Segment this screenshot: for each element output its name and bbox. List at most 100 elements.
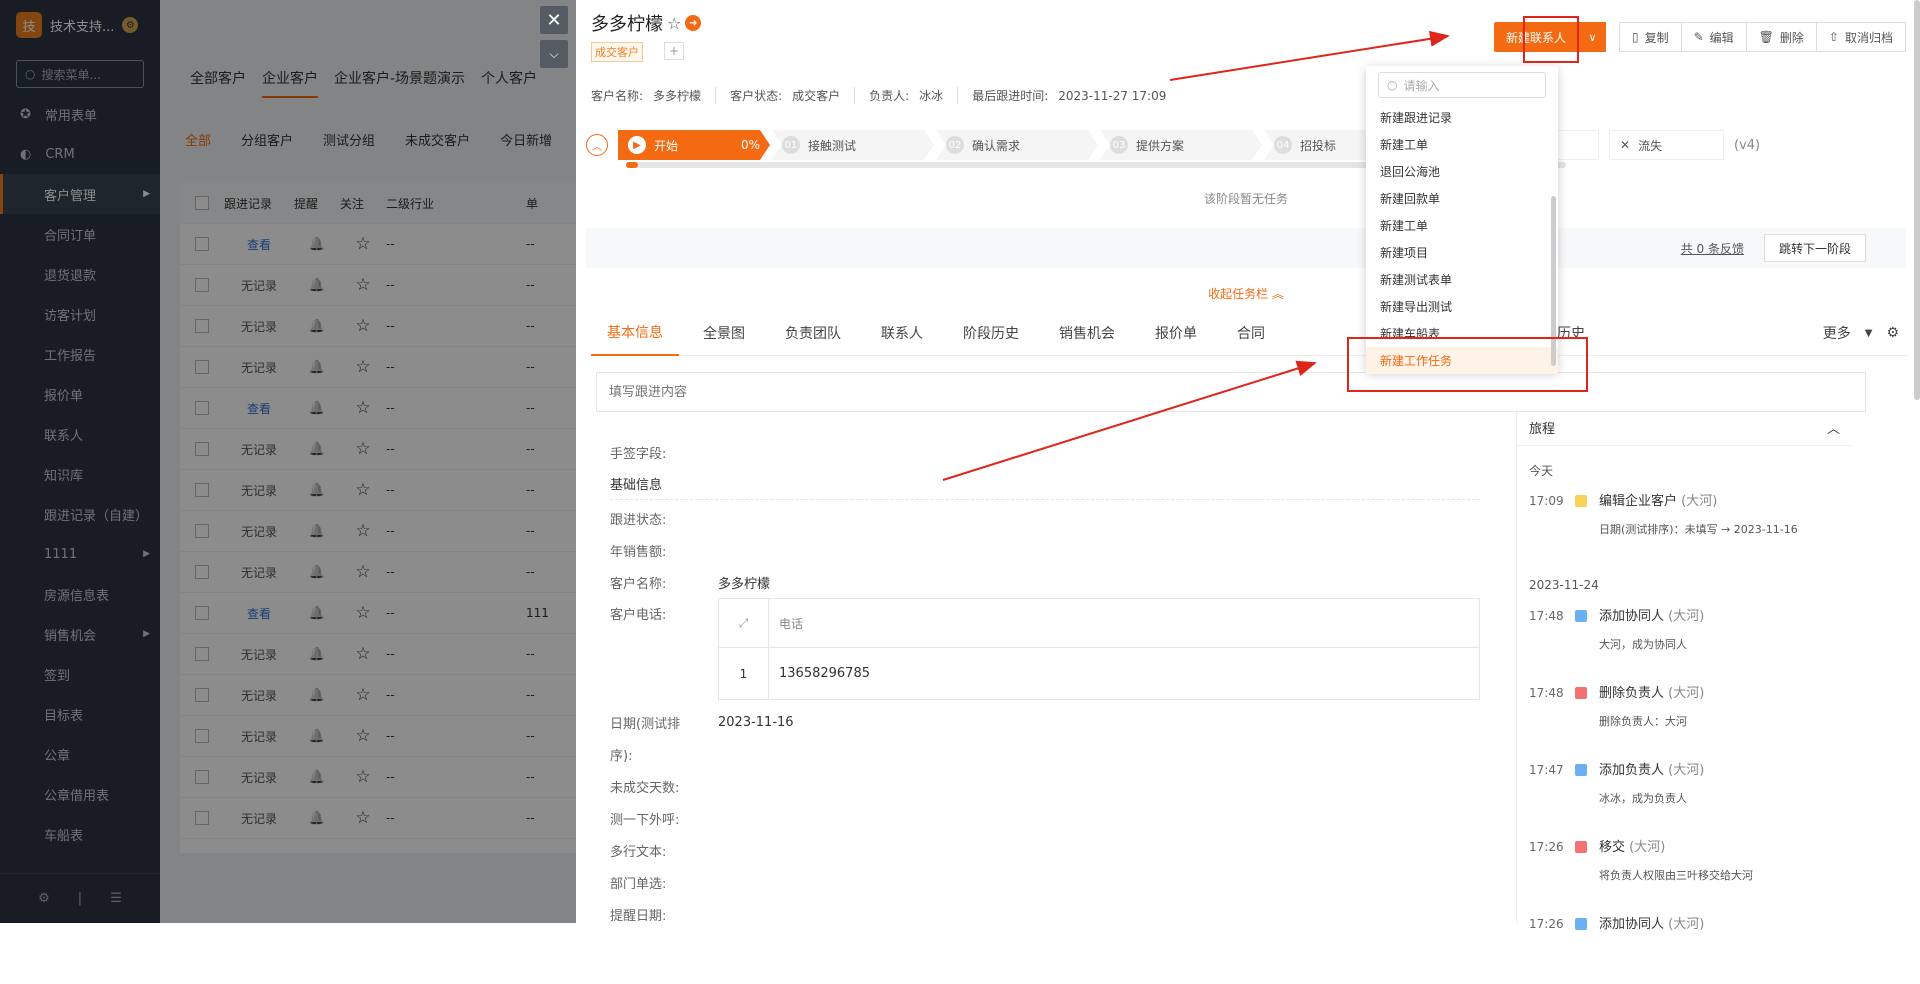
close-drawer-button[interactable]: ✕ [540,6,568,34]
timeline-time: 17:26 [1529,840,1564,854]
copy-button[interactable]: ▯ 复制 [1618,22,1682,52]
timeline-user: (大河) [1668,609,1705,624]
collapse-stage-icon[interactable]: ︿ [586,134,608,156]
timeline-day: 今天 [1529,463,1554,478]
stage-step[interactable]: 02 确认需求 [936,130,1098,160]
drawer-scrollbar[interactable] [1914,0,1920,400]
tab-3[interactable]: 联系人 [865,310,939,356]
activity-icon [1575,841,1587,853]
menu-item[interactable]: 新建项目 [1366,239,1558,266]
tab-7[interactable]: 合同 [1221,310,1281,356]
stage-bar: ︿ ▶开始0%01接触测试02确认需求03提供方案04招投标✓成交✕流失(v4) [586,128,1906,162]
stage-label: 确认需求 [972,138,1021,153]
close-icon: ✕ [1620,138,1631,152]
field-row: 序): [610,748,633,764]
menu-item[interactable]: 退回公海池 [1366,158,1558,185]
customer-title: 多多柠檬 ☆ ➜ [591,10,702,36]
next-stage-button[interactable]: 跳转下一阶段 [1763,234,1866,262]
activity-icon [1575,687,1587,699]
menu-item[interactable]: 新建跟进记录 [1366,104,1558,131]
stage-label: 流失 [1638,138,1663,153]
timeline-title: 添加负责人 (大河) [1599,759,1704,778]
timeline-user: (大河) [1681,494,1718,509]
summary-field: 最后跟进时间: 2023-11-27 17:09 [957,87,1180,104]
timeline-day: 2023-11-24 [1529,578,1599,592]
tab-4[interactable]: 阶段历史 [947,310,1035,356]
collapse-taskbar-button[interactable]: 收起任务栏 ︽ [586,285,1906,302]
copy-icon: ▯ [1631,30,1639,44]
field-label: 未成交天数: [610,780,680,796]
field-list: 跟进状态: 年销售额: 客户名称: 多多柠檬 [610,502,1480,598]
summary-value: 2023-11-27 17:09 [1058,89,1167,103]
chevron-down-icon: ⌵ [549,46,559,61]
field-value: 多多柠檬 [718,576,771,592]
timeline-desc: 将负责人权限由三叶移交给大河 [1599,869,1753,882]
modal-overlay[interactable] [0,0,576,923]
delete-button[interactable]: 🗑 删除 [1745,22,1817,52]
menu-item[interactable]: 新建测试表单 [1366,266,1558,293]
timeline-body: 添加协同人 (大河) 大河，成为协同人 [1599,605,1704,676]
field-row: 年销售额: [610,534,1480,566]
caret-down-icon[interactable]: ▼ [1865,328,1873,339]
timeline-title: 删除负责人 (大河) [1599,682,1704,701]
gear-icon[interactable]: ⚙ [1886,325,1899,341]
summary-field: 负责人: 冰冰 [854,87,957,104]
stage-step[interactable]: ▶ 开始 0% [618,130,770,160]
timeline-time: 17:47 [1529,763,1564,777]
timeline-title: 编辑企业客户 (大河) [1599,490,1798,509]
stage-label: 开始 [654,138,679,153]
stage-panel: ︿ ▶开始0%01接触测试02确认需求03提供方案04招投标✓成交✕流失(v4)… [586,128,1906,301]
summary-label: 客户名称: [591,89,644,103]
timeline-item: 17:26 移交 (大河) 将负责人权限由三叶移交给大河 [1517,830,1852,907]
menu-search-input[interactable]: ○ 请输入 [1378,72,1546,98]
field-row: 多行文本: [610,834,1480,866]
tab-0[interactable]: 基本信息 [591,310,679,356]
unarchive-button[interactable]: ⇧ 取消归档 [1815,22,1906,52]
timeline-title: 添加协同人 (大河) [1599,605,1704,624]
timeline-list: 今天 17:09 编辑企业客户 (大河) 日期(测试排序)：未填写 → 2023-11… [1517,446,1852,984]
field-label: 测一下外呼: [610,812,680,828]
stage-step[interactable]: 01 接触测试 [772,130,934,160]
edit-icon: ✎ [1693,30,1704,44]
menu-item[interactable]: 新建工单 [1366,212,1558,239]
timeline-desc: 大河，成为协同人 [1599,638,1687,651]
more-tabs-button[interactable]: 更多 [1823,323,1851,343]
phone-number[interactable]: 13658296785 [769,666,870,681]
timeline-body: 删除负责人 (大河) 删除负责人：大河 [1599,682,1704,753]
next-record-button[interactable]: ⌵ [540,40,568,68]
add-tag-button[interactable]: + [664,42,684,60]
stage-label: 招投标 [1300,138,1337,153]
field-row: 未成交天数: [610,770,1480,802]
field-row: 日期(测试排 2023-11-16 [610,714,794,732]
stage-end-lost[interactable]: ✕ 流失 [1609,130,1724,160]
upload-icon: ⇧ [1828,30,1839,44]
tab-2[interactable]: 负责团队 [769,310,857,356]
share-icon[interactable]: ➜ [685,15,702,31]
trash-icon: 🗑 [1758,30,1774,44]
activity-icon [1575,764,1587,776]
edit-button[interactable]: ✎ 编辑 [1680,22,1747,52]
menu-item[interactable]: 新建导出测试 [1366,293,1558,320]
timeline-action: 移交 [1599,840,1626,855]
star-icon[interactable]: ☆ [667,14,681,33]
stage-step[interactable]: 03 提供方案 [1100,130,1262,160]
tab-1[interactable]: 全景图 [687,310,761,356]
more-actions-dropdown-button[interactable]: ∨ [1577,22,1606,52]
menu-item[interactable]: 新建回款单 [1366,185,1558,212]
task-bar: 共 0 条反馈 跳转下一阶段 [586,228,1906,268]
tab-5[interactable]: 销售机会 [1043,310,1131,356]
chevron-up-icon[interactable]: ︿ [1827,418,1840,437]
menu-item[interactable]: 新建工单 [1366,131,1558,158]
journey-timeline: 旅程 ︿ 今天 17:09 编辑企业客户 (大河) 日期(测试排序)：未填写 → 20… [1516,410,1852,932]
timeline-action: 添加负责人 [1599,763,1665,778]
activity-icon [1575,610,1587,622]
phone-table-header: ⤢ 电话 [719,599,1479,647]
expand-icon[interactable]: ⤢ [719,599,769,647]
feedback-link[interactable]: 共 0 条反馈 [1681,240,1744,257]
timeline-user: (大河) [1629,840,1666,855]
field-row: 提醒日期: [610,898,1480,930]
timeline-action: 添加协同人 [1599,917,1665,932]
tab-6[interactable]: 报价单 [1139,310,1213,356]
follow-up-input[interactable] [596,372,1866,412]
annotation-box-menu-item [1347,337,1588,392]
